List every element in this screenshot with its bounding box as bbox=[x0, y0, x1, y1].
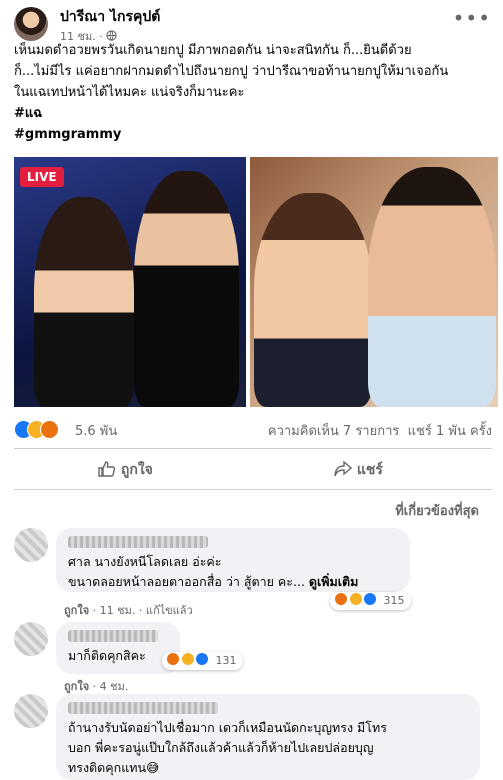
post-stats: 5.6 พัน ความคิดเห็น 7 รายการ แชร์ 1 พัน … bbox=[14, 418, 492, 440]
comment-text: ศาล นางยังหนีโลดเลย อ่ะค่ะ bbox=[68, 554, 222, 569]
action-bar: ถูกใจ แชร์ bbox=[14, 448, 492, 490]
comment-bubble: ถ้านางรับนัดอย่าไปเชื่อมาก เดวก็เหมือนนั… bbox=[56, 694, 480, 780]
comment-text: ทรงติดคุกแทน😅 bbox=[68, 760, 160, 775]
comment-reactions[interactable]: 315 bbox=[330, 592, 411, 610]
comment-actions: ถูกใจ · 11 ชม. · แก้ไขแล้ว bbox=[64, 604, 193, 617]
comment-like-button[interactable]: ถูกใจ bbox=[64, 604, 89, 617]
comment: ถ้านางรับนัดอย่าไปเชื่อมาก เดวก็เหมือนนั… bbox=[14, 694, 492, 780]
angry-reaction-icon bbox=[40, 420, 59, 439]
comment-share-counts: ความคิดเห็น 7 รายการ แชร์ 1 พัน ครั้ง bbox=[268, 420, 492, 441]
like-reaction-icon bbox=[363, 592, 377, 606]
thumbs-up-icon bbox=[98, 461, 116, 477]
post-text-line: เห็นมดดำอวยพรวันเกิดนายกปู มีภาพกอดกัน น… bbox=[14, 43, 412, 58]
reaction-count[interactable]: 5.6 พัน bbox=[75, 420, 117, 441]
person-silhouette bbox=[34, 197, 134, 407]
comment-text: บอก พี่คะรอนู่แป๊บใกล้ถึงแล้วค้าแล้วก็ห้… bbox=[68, 740, 374, 755]
comment: ศาล นางยังหนีโลดเลย อ่ะค่ะ ขนาดลอยหน้าลอ… bbox=[14, 528, 492, 620]
photo-right[interactable] bbox=[250, 157, 498, 407]
post-text: เห็นมดดำอวยพรวันเกิดนายกปู มีภาพกอดกัน น… bbox=[14, 40, 492, 145]
see-more-link[interactable]: ดูเพิ่มเติม bbox=[309, 574, 359, 589]
comment-time[interactable]: 4 ชม. bbox=[100, 680, 129, 693]
person-silhouette bbox=[134, 171, 239, 407]
comment: มาก็ติดคุกสิคะ 131 ถูกใจ · 4 ชม. bbox=[14, 622, 492, 693]
commenter-avatar[interactable] bbox=[14, 694, 48, 728]
comment-time[interactable]: 11 ชม. bbox=[100, 604, 136, 617]
commenter-name-blurred[interactable] bbox=[68, 630, 158, 642]
comment-text: ขนาดลอยหน้าลอยตาออกสื่อ ว่า สู้ตาย คะ... bbox=[68, 574, 305, 589]
like-label: ถูกใจ bbox=[120, 462, 153, 478]
person-silhouette bbox=[254, 193, 372, 407]
comment-text: มาก็ติดคุกสิคะ bbox=[68, 648, 146, 663]
author-avatar[interactable] bbox=[14, 7, 48, 41]
share-label: แชร์ bbox=[356, 462, 383, 478]
comment-text-line: ขนาดลอยหน้าลอยตาออกสื่อ ว่า สู้ตาย คะ...… bbox=[68, 572, 398, 592]
comment-reactions[interactable]: 131 bbox=[162, 652, 243, 670]
comment-sort-dropdown[interactable]: ที่เกี่ยวข้องที่สุด bbox=[395, 500, 479, 521]
hashtag-link[interactable]: #gmmgrammy bbox=[14, 124, 492, 145]
comment-actions: ถูกใจ · 4 ชม. bbox=[64, 680, 129, 693]
haha-reaction-icon bbox=[348, 592, 363, 606]
commenter-avatar[interactable] bbox=[14, 528, 48, 562]
comment-reaction-count: 315 bbox=[383, 594, 405, 607]
photo-left[interactable]: LIVE bbox=[14, 157, 246, 407]
post-photos: LIVE bbox=[14, 157, 498, 407]
comment-text: ถ้านางรับนัดอย่าไปเชื่อมาก เดวก็เหมือนนั… bbox=[68, 720, 387, 735]
author-name[interactable]: ปารีณา ไกรคุปต์ bbox=[60, 6, 160, 28]
commenter-name-blurred[interactable] bbox=[68, 702, 218, 714]
like-reaction-icon bbox=[195, 652, 209, 666]
haha-reaction-icon bbox=[180, 652, 195, 666]
comment-bubble: ศาล นางยังหนีโลดเลย อ่ะค่ะ ขนาดลอยหน้าลอ… bbox=[56, 528, 410, 592]
person-silhouette bbox=[368, 167, 496, 407]
angry-reaction-icon bbox=[334, 592, 348, 606]
commenter-avatar[interactable] bbox=[14, 622, 48, 656]
reaction-icons[interactable] bbox=[14, 420, 68, 439]
share-arrow-icon bbox=[334, 460, 353, 477]
comment-like-button[interactable]: ถูกใจ bbox=[64, 680, 89, 693]
shares-count[interactable]: แชร์ 1 พัน ครั้ง bbox=[408, 424, 492, 439]
post-text-line: ก็...ไม่มีไร แค่อยากฝากมดดำไปถึงนายกปู ว… bbox=[14, 64, 449, 79]
comment-bubble: มาก็ติดคุกสิคะ bbox=[56, 622, 180, 674]
share-button[interactable]: แชร์ bbox=[334, 459, 383, 481]
like-button[interactable]: ถูกใจ bbox=[98, 459, 153, 481]
commenter-name-blurred[interactable] bbox=[68, 536, 208, 548]
live-badge: LIVE bbox=[20, 167, 64, 187]
angry-reaction-icon bbox=[166, 652, 180, 666]
more-icon[interactable]: ••• bbox=[453, 6, 491, 30]
edited-label: แก้ไขแล้ว bbox=[145, 604, 193, 617]
post-header: ปารีณา ไกรคุปต์ 11 ชม. · ••• bbox=[10, 4, 495, 44]
hashtag-link[interactable]: #แฉ bbox=[14, 103, 492, 124]
facebook-post: ปารีณา ไกรคุปต์ 11 ชม. · ••• เห็นมดดำอวย… bbox=[0, 0, 503, 780]
comment-reaction-count: 131 bbox=[215, 654, 237, 667]
comments-count[interactable]: ความคิดเห็น 7 รายการ bbox=[268, 424, 400, 439]
post-text-line: ในแฉเทปหน้าได้ไหมคะ แน่จริงก็มานะคะ bbox=[14, 85, 245, 100]
